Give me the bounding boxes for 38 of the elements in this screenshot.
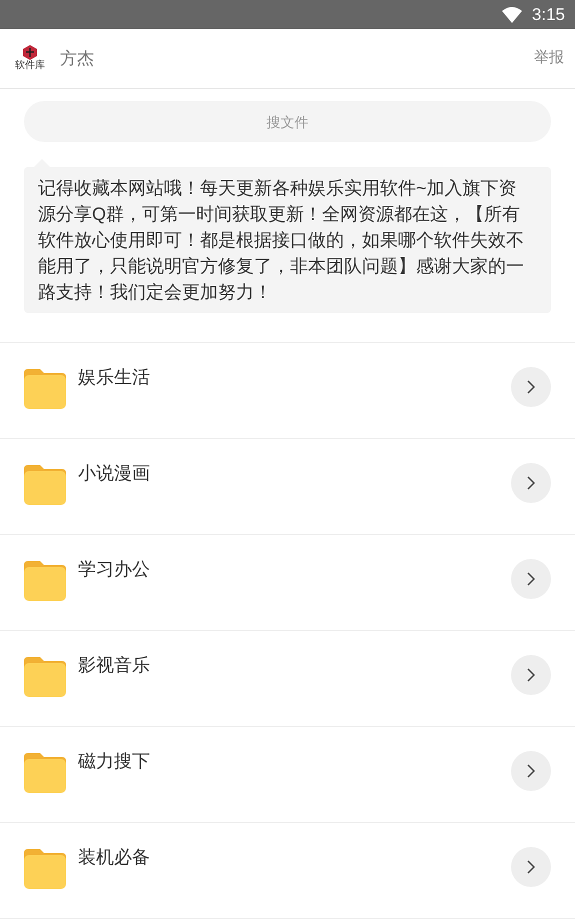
chevron-button[interactable] <box>511 847 551 887</box>
chevron-button[interactable] <box>511 559 551 599</box>
folder-icon <box>24 657 66 697</box>
folder-row[interactable]: 装机必备 <box>0 823 575 919</box>
folder-name: 娱乐生活 <box>78 366 150 389</box>
logo-text: 软件库 <box>15 60 45 72</box>
folder-name: 学习办公 <box>78 558 150 581</box>
chevron-right-icon <box>527 572 535 586</box>
folder-name: 影视音乐 <box>78 654 150 677</box>
folder-row[interactable]: 娱乐生活 <box>0 343 575 439</box>
folder-icon <box>24 369 66 409</box>
wifi-icon <box>502 6 522 22</box>
folder-row[interactable]: 磁力搜下 <box>0 727 575 823</box>
chevron-button[interactable] <box>511 751 551 791</box>
folder-name: 小说漫画 <box>78 462 150 485</box>
chevron-right-icon <box>527 476 535 490</box>
folder-row[interactable]: 学习办公 <box>0 535 575 631</box>
chevron-right-icon <box>527 764 535 778</box>
chevron-right-icon <box>527 668 535 682</box>
folder-icon <box>24 465 66 505</box>
chevron-button[interactable] <box>511 463 551 503</box>
folder-icon <box>24 561 66 601</box>
chevron-button[interactable] <box>511 655 551 695</box>
folder-icon <box>24 849 66 889</box>
report-link[interactable]: 举报 <box>534 47 564 70</box>
chevron-right-icon <box>527 380 535 394</box>
folder-icon <box>24 753 66 793</box>
chevron-button[interactable] <box>511 367 551 407</box>
cube-icon <box>23 45 37 60</box>
folder-row[interactable]: 小说漫画 <box>0 439 575 535</box>
folder-name: 磁力搜下 <box>78 750 150 773</box>
search-field[interactable]: 搜文件 <box>24 101 551 142</box>
clock: 3:15 <box>532 4 565 26</box>
folder-name: 装机必备 <box>78 846 150 869</box>
chevron-right-icon <box>527 860 535 874</box>
notice-text: 记得收藏本网站哦！每天更新各种娱乐实用软件~加入旗下资源分享Q群，可第一时间获取更新！全网资源都在这，【所有软件放心使用即可！都是根据接口做的，如果哪个软件失效不能用了，只能说明官方修复了，非本团队问题】感谢大家的一路支持！我们定会更加努力！ <box>38 177 525 304</box>
folder-row[interactable]: 影视音乐 <box>0 631 575 727</box>
page-title: 方杰 <box>60 48 94 70</box>
